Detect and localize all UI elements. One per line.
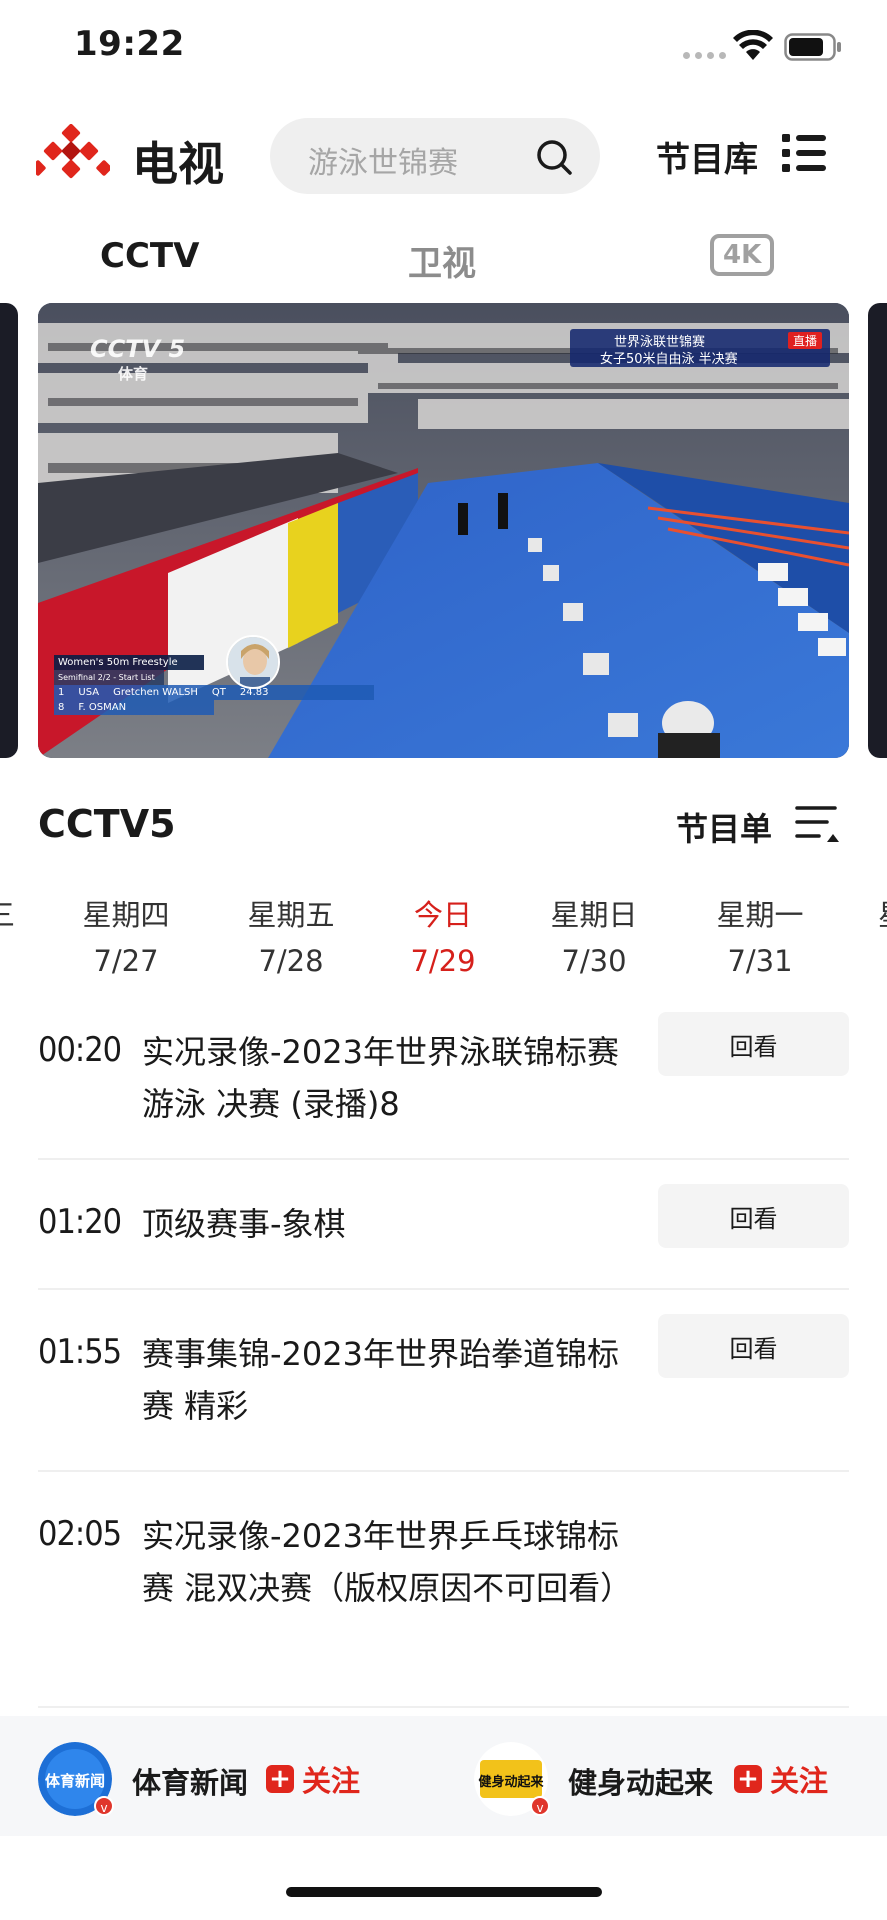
program-title: 实况录像-2023年世界乒乓球锦标赛 混双决赛（版权原因不可回看） (142, 1517, 633, 1607)
plus-icon: + (734, 1765, 762, 1793)
verified-icon: v (530, 1796, 550, 1816)
follow-bar: 体育新闻 v 体育新闻 + 关注 健身动起来 v 健身动起来 + 关注 (0, 1716, 887, 1836)
verified-icon: v (94, 1796, 114, 1816)
program-time: 01:20 (38, 1202, 122, 1242)
score-rank: 1 (58, 687, 65, 698)
day-tab[interactable]: 星期五 7/28 (231, 892, 351, 978)
schedule-link[interactable]: 节目单 (676, 804, 772, 850)
follow-button[interactable]: + 关注 (266, 1758, 360, 1800)
program-title: 顶级赛事-象棋 (142, 1205, 346, 1243)
day-edge-right[interactable]: 星 (878, 892, 887, 934)
search-input[interactable]: 游泳世锦赛 (270, 118, 600, 194)
follow-item: 健身动起来 v 健身动起来 + 关注 (474, 1742, 874, 1816)
follow-label: 关注 (302, 1764, 361, 1798)
tab-cctv[interactable]: CCTV (100, 236, 199, 276)
day-tab[interactable]: 星期四 7/27 (66, 892, 186, 978)
day-tab[interactable]: 星期日 7/30 (534, 892, 654, 978)
program-time: 00:20 (38, 1030, 122, 1070)
program-row[interactable]: 01:55 赛事集锦-2023年世界跆拳道锦标赛 精彩 回看 (38, 1290, 849, 1472)
day-date: 7/27 (93, 944, 159, 978)
video-player[interactable]: CCTV 5 体育 世界泳联世锦赛 女子50米自由泳 半决赛 直播 Women'… (38, 303, 849, 758)
program-row[interactable]: 02:05 实况录像-2023年世界乒乓球锦标赛 混双决赛（版权原因不可回看） (38, 1472, 849, 1708)
home-indicator[interactable] (286, 1887, 602, 1897)
day-weekday: 星期五 (247, 898, 335, 932)
score-subtitle: Semifinal 2/2 - Start List (54, 670, 164, 685)
score-status: QT (211, 687, 226, 698)
tv-logo-icon (36, 124, 110, 179)
replay-button[interactable]: 回看 (658, 1012, 849, 1076)
day-tab-today[interactable]: 今日 7/29 (383, 892, 503, 978)
watermark-sub: 体育 (118, 365, 149, 383)
previous-channel-card[interactable] (0, 303, 18, 758)
day-date: 7/28 (258, 944, 324, 978)
app-header: 电视 游泳世锦赛 节目库 (0, 110, 887, 200)
score-nation: USA (78, 687, 100, 698)
program-time: 02:05 (38, 1514, 122, 1554)
day-edge-left[interactable]: 三 (0, 892, 15, 934)
status-time: 19:22 (74, 24, 185, 64)
plus-icon: + (266, 1765, 294, 1793)
athlete-photo (226, 635, 280, 689)
score-rank: 8 (58, 702, 65, 713)
watermark-text: CCTV 5 (90, 335, 186, 363)
live-banner: 世界泳联世锦赛 女子50米自由泳 半决赛 直播 (570, 329, 830, 367)
score-name: F. OSMAN (78, 702, 127, 713)
day-weekday: 星期一 (716, 898, 804, 932)
program-list: 00:20 实况录像-2023年世界泳联锦标赛 游泳 决赛 (录播)8 回看 0… (38, 1008, 849, 1708)
score-row: 1 USA Gretchen WALSH QT 24.83 (54, 685, 374, 700)
day-selector: 三 星期四 7/27 星期五 7/28 今日 7/29 星期日 7/30 星期一… (0, 892, 887, 992)
channel-name: CCTV5 (38, 802, 176, 846)
follow-button[interactable]: + 关注 (734, 1758, 828, 1800)
follow-label: 关注 (770, 1764, 829, 1798)
score-panel: Women's 50m Freestyle Semifinal 2/2 - St… (54, 655, 384, 715)
avatar-text: 健身动起来 (478, 1774, 544, 1790)
day-weekday: 星期日 (550, 898, 638, 932)
live-badge: 直播 (787, 332, 822, 349)
program-time: 01:55 (38, 1332, 122, 1372)
program-title: 实况录像-2023年世界泳联锦标赛 游泳 决赛 (录播)8 (142, 1033, 619, 1123)
search-placeholder: 游泳世锦赛 (308, 146, 458, 181)
program-row[interactable]: 01:20 顶级赛事-象棋 回看 (38, 1160, 849, 1290)
status-bar: 19:22 (0, 0, 887, 95)
list-icon[interactable] (782, 132, 828, 174)
program-row[interactable]: 00:20 实况录像-2023年世界泳联锦标赛 游泳 决赛 (录播)8 回看 (38, 1008, 849, 1160)
page-title: 电视 (132, 137, 224, 191)
follow-name: 健身动起来 (568, 1766, 714, 1800)
day-date: 7/29 (410, 944, 476, 978)
channel-watermark: CCTV 5 体育 (90, 335, 185, 384)
tab-4k[interactable]: 4K (710, 234, 775, 276)
schedule-sort-icon[interactable] (795, 802, 839, 846)
avatar-text: 体育新闻 (45, 1772, 105, 1790)
follow-name: 体育新闻 (132, 1766, 249, 1800)
search-icon[interactable] (534, 137, 574, 177)
follow-item: 体育新闻 v 体育新闻 + 关注 (38, 1742, 378, 1816)
score-title: Women's 50m Freestyle (54, 655, 204, 670)
battery-icon (784, 33, 841, 61)
day-weekday: 今日 (413, 898, 472, 932)
cellular-signal-icon (683, 52, 726, 59)
day-tab[interactable]: 星期一 7/31 (700, 892, 820, 978)
tab-weishi[interactable]: 卫视 (408, 236, 476, 285)
day-date: 7/30 (561, 944, 627, 978)
program-title: 赛事集锦-2023年世界跆拳道锦标赛 精彩 (142, 1335, 619, 1425)
channel-tabs: CCTV 卫视 4K (0, 228, 887, 298)
score-name: Gretchen WALSH (113, 687, 198, 698)
day-date: 7/31 (727, 944, 793, 978)
replay-button[interactable]: 回看 (658, 1184, 849, 1248)
wifi-icon (733, 30, 773, 60)
score-row: 8 F. OSMAN (54, 700, 214, 715)
program-library-link[interactable]: 节目库 (656, 132, 758, 181)
live-banner-sub: 女子50米自由泳 半决赛 (600, 352, 738, 367)
next-channel-card[interactable] (868, 303, 887, 758)
day-weekday: 星期四 (82, 898, 170, 932)
replay-button[interactable]: 回看 (658, 1314, 849, 1378)
